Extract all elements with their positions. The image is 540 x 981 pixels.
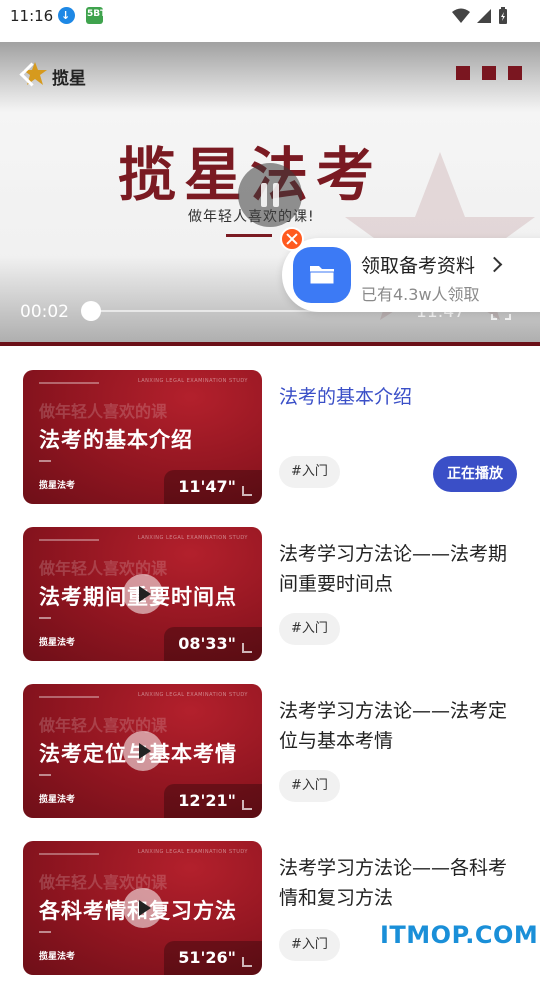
- lesson-item[interactable]: LANXING LEGAL EXAMINATION STUDY 做年轻人喜欢的课…: [0, 841, 540, 981]
- thumb-caption: LANXING LEGAL EXAMINATION STUDY: [137, 535, 248, 541]
- expand-icon: [242, 643, 252, 653]
- divider: [226, 234, 272, 237]
- signal-icon: [477, 9, 491, 23]
- chevron-right-icon: [486, 256, 503, 273]
- lesson-item[interactable]: LANXING LEGAL EXAMINATION STUDY 做年轻人喜欢的课…: [0, 527, 540, 667]
- lesson-thumbnail: LANXING LEGAL EXAMINATION STUDY 做年轻人喜欢的课…: [23, 370, 262, 504]
- promo-title: 领取备考资料: [361, 255, 476, 277]
- current-time: 00:02: [20, 302, 69, 322]
- thumb-brand: 揽星法考: [39, 481, 76, 491]
- expand-icon: [242, 957, 252, 967]
- thumb-brand: 揽星法考: [39, 638, 76, 648]
- promo-subtitle: 已有4.3w人领取: [361, 285, 480, 304]
- lesson-item[interactable]: LANXING LEGAL EXAMINATION STUDY 做年轻人喜欢的课…: [0, 684, 540, 824]
- pause-button[interactable]: [238, 163, 302, 227]
- battery-icon: [499, 7, 507, 24]
- wifi-icon: [452, 8, 470, 23]
- thumb-brand: 揽星法考: [39, 795, 76, 805]
- lesson-tag: #入门: [279, 613, 340, 645]
- lesson-thumbnail: LANXING LEGAL EXAMINATION STUDY 做年轻人喜欢的课…: [23, 527, 262, 661]
- lesson-tag: #入门: [279, 770, 340, 802]
- lesson-thumbnail: LANXING LEGAL EXAMINATION STUDY 做年轻人喜欢的课…: [23, 684, 262, 818]
- now-playing-button[interactable]: 正在播放: [433, 456, 517, 492]
- lesson-thumbnail: LANXING LEGAL EXAMINATION STUDY 做年轻人喜欢的课…: [23, 841, 262, 975]
- close-promo-icon[interactable]: [280, 227, 304, 251]
- thumb-brand: 揽星法考: [39, 952, 76, 962]
- thumb-caption: LANXING LEGAL EXAMINATION STUDY: [137, 692, 248, 698]
- play-icon[interactable]: [123, 574, 163, 614]
- lesson-item[interactable]: LANXING LEGAL EXAMINATION STUDY 做年轻人喜欢的课…: [0, 370, 540, 510]
- expand-icon: [242, 486, 252, 496]
- thumb-title: 法考的基本介绍: [39, 428, 193, 452]
- materials-promo-card[interactable]: 领取备考资料 已有4.3w人领取: [282, 238, 540, 312]
- decor-squares: [456, 66, 522, 80]
- play-icon[interactable]: [123, 731, 163, 771]
- lesson-title[interactable]: 法考的基本介绍: [279, 382, 519, 412]
- thumb-caption: LANXING LEGAL EXAMINATION STUDY: [137, 849, 248, 855]
- play-icon[interactable]: [123, 888, 163, 928]
- lesson-tag: #入门: [279, 456, 340, 488]
- player-bottom-band: [0, 342, 540, 346]
- folder-icon: [293, 247, 351, 303]
- expand-icon: [242, 800, 252, 810]
- thumb-caption: LANXING LEGAL EXAMINATION STUDY: [137, 378, 248, 384]
- app-notification-icon: 5BT: [86, 7, 106, 24]
- download-icon: ↓: [58, 7, 75, 24]
- lesson-title[interactable]: 法考学习方法论——法考定位与基本考情: [279, 696, 519, 756]
- progress-handle[interactable]: [81, 301, 101, 321]
- lesson-tag: #入门: [279, 929, 340, 961]
- status-time: 11:16: [10, 7, 54, 25]
- lesson-title[interactable]: 法考学习方法论——各科考情和复习方法: [279, 853, 519, 913]
- brand-name: 揽星: [52, 69, 86, 89]
- system-icons: [452, 6, 508, 26]
- status-bar: 11:16 ↓ 5BT: [0, 0, 540, 32]
- lesson-title[interactable]: 法考学习方法论——法考期间重要时间点: [279, 539, 519, 599]
- site-watermark: ITMOP.COM: [380, 921, 539, 949]
- thumb-ghost-text: 做年轻人喜欢的课: [39, 402, 168, 421]
